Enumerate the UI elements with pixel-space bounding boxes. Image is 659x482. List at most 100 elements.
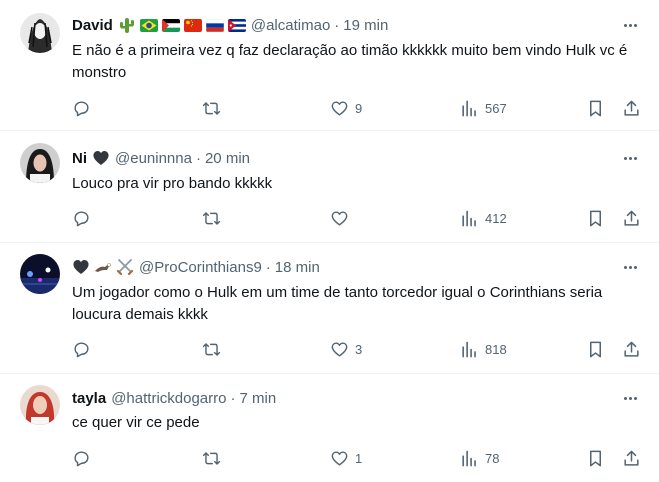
avatar[interactable]	[20, 385, 60, 425]
bookmark-button[interactable]	[586, 208, 605, 228]
view-count: 818	[485, 341, 507, 357]
tweet-text: E não é a primeira vez q faz declaração …	[72, 42, 628, 81]
eagle-icon	[94, 258, 112, 276]
reply-button[interactable]	[72, 208, 91, 228]
avatar[interactable]	[20, 143, 60, 183]
black-heart-icon	[72, 258, 90, 276]
tweet-header: tayla @hattrickdogarro · 7 min	[72, 388, 276, 408]
russia-flag-icon	[205, 18, 224, 32]
share-button[interactable]	[622, 448, 641, 468]
reply-icon	[74, 210, 89, 226]
cuba-flag-icon	[227, 18, 246, 32]
handle[interactable]: @alcatimao	[251, 17, 330, 34]
reply-tweet[interactable]: @ProCorinthians9 · 18 min Um jogador com…	[0, 243, 659, 374]
like-button[interactable]: 3	[330, 339, 362, 359]
reply-tweet[interactable]: Ni @euninnna · 20 min Louco pra vir pro …	[0, 131, 659, 243]
avatar[interactable]	[20, 254, 60, 294]
tweet-text: Louco pra vir pro bando kkkkk	[72, 175, 273, 192]
reply-icon	[74, 341, 89, 357]
name-emojis	[92, 149, 110, 167]
views-icon	[462, 450, 476, 466]
like-count: 9	[355, 100, 363, 116]
timestamp[interactable]: 20 min	[205, 150, 250, 167]
like-button[interactable]	[330, 208, 355, 228]
handle[interactable]: @ProCorinthians9	[139, 259, 262, 276]
views-button[interactable]: 412	[460, 208, 507, 228]
palestine-flag-icon	[161, 18, 180, 32]
separator-dot: ·	[334, 16, 340, 34]
display-name[interactable]: David	[72, 17, 113, 34]
bookmark-button[interactable]	[586, 339, 605, 359]
more-options-icon[interactable]	[621, 148, 639, 168]
heart-icon	[331, 341, 348, 357]
heart-icon	[331, 100, 348, 116]
repost-icon	[202, 342, 221, 356]
display-name[interactable]: Ni	[72, 150, 87, 167]
crossed-swords-icon	[116, 258, 134, 276]
more-options-icon[interactable]	[621, 15, 639, 35]
bookmark-icon	[589, 450, 602, 466]
cactus-emoji	[118, 16, 136, 34]
view-count: 412	[485, 210, 507, 226]
name-emojis	[72, 258, 134, 276]
handle[interactable]: @hattrickdogarro	[111, 390, 226, 407]
repost-icon	[202, 211, 221, 225]
tweet-header: @ProCorinthians9 · 18 min	[72, 257, 320, 277]
reply-button[interactable]	[72, 339, 91, 359]
view-count: 78	[485, 450, 500, 466]
bookmark-button[interactable]	[586, 448, 605, 468]
tweet-header: Ni @euninnna · 20 min	[72, 148, 250, 168]
reply-icon	[74, 450, 89, 466]
china-flag-icon	[183, 18, 202, 32]
reply-button[interactable]	[72, 98, 91, 118]
reply-tweet[interactable]: David @alcatimao · 19 min E não é a prim…	[0, 0, 659, 131]
timestamp[interactable]: 7 min	[239, 390, 276, 407]
separator-dot: ·	[195, 149, 201, 167]
bookmark-button[interactable]	[586, 98, 605, 118]
repost-icon	[202, 101, 221, 115]
handle[interactable]: @euninnna	[115, 150, 192, 167]
avatar[interactable]	[20, 13, 60, 53]
timestamp[interactable]: 19 min	[343, 17, 388, 34]
like-count: 3	[355, 341, 363, 357]
reply-button[interactable]	[72, 448, 91, 468]
repost-button[interactable]	[202, 98, 221, 118]
tweet-actions: 412	[72, 208, 647, 228]
bookmark-icon	[589, 341, 602, 357]
views-icon	[462, 100, 476, 116]
brazil-flag-icon	[139, 18, 158, 32]
tweet-actions: 1 78	[72, 448, 647, 468]
views-button[interactable]: 567	[460, 98, 507, 118]
reply-tweet[interactable]: tayla @hattrickdogarro · 7 min ce quer v…	[0, 374, 659, 482]
tweet-text: Um jogador como o Hulk em um time de tan…	[72, 284, 603, 323]
views-icon	[462, 341, 476, 357]
view-count: 567	[485, 100, 507, 116]
repost-icon	[202, 451, 221, 465]
reply-icon	[74, 100, 89, 116]
like-button[interactable]: 9	[330, 98, 362, 118]
tweet-actions: 3 818	[72, 339, 647, 359]
like-button[interactable]: 1	[330, 448, 362, 468]
more-options-icon[interactable]	[621, 388, 639, 408]
repost-button[interactable]	[202, 339, 221, 359]
reply-feed: David @alcatimao · 19 min E não é a prim…	[0, 0, 659, 482]
repost-button[interactable]	[202, 448, 221, 468]
tweet-text: ce quer vir ce pede	[72, 414, 200, 431]
share-icon	[624, 450, 639, 466]
timestamp[interactable]: 18 min	[275, 259, 320, 276]
bookmark-icon	[589, 100, 602, 116]
views-button[interactable]: 818	[460, 339, 507, 359]
display-name[interactable]: tayla	[72, 390, 106, 407]
repost-button[interactable]	[202, 208, 221, 228]
share-button[interactable]	[622, 208, 641, 228]
share-button[interactable]	[622, 339, 641, 359]
name-emojis	[118, 16, 246, 34]
share-button[interactable]	[622, 98, 641, 118]
views-button[interactable]: 78	[460, 448, 499, 468]
views-icon	[462, 210, 476, 226]
more-options-icon[interactable]	[621, 257, 639, 277]
black-heart-icon	[92, 149, 110, 167]
share-icon	[624, 210, 639, 226]
heart-icon	[331, 450, 348, 466]
bookmark-icon	[589, 210, 602, 226]
